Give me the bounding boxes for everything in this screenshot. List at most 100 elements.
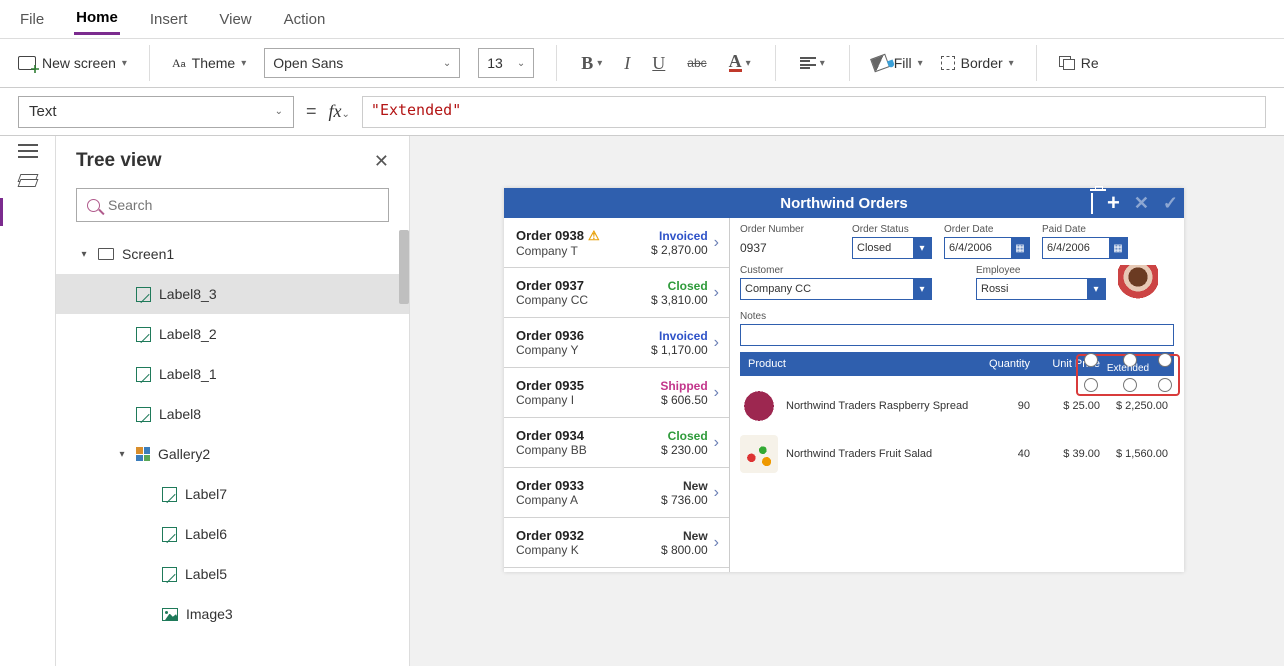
ribbon: New screen ▾ Aa Theme ▾ Open Sans ⌄ 13 ⌄… (0, 38, 1284, 88)
tree-search[interactable] (76, 188, 389, 222)
col-quantity: Quantity (970, 358, 1030, 370)
fill-icon (870, 54, 890, 73)
font-select[interactable]: Open Sans ⌄ (264, 48, 460, 78)
order-row[interactable]: Order 0935Company IShipped$ 606.50› (504, 368, 729, 418)
order-row[interactable]: Order 0933Company ANew$ 736.00› (504, 468, 729, 518)
fill-label: Fill (894, 55, 912, 71)
employee-select[interactable]: Rossi▾ (976, 278, 1106, 300)
order-date-input[interactable]: 6/4/2006▦ (944, 237, 1030, 259)
app-preview: Northwind Orders + ✕ ✓ Order 0938 ⚠Compa… (504, 188, 1184, 572)
order-row[interactable]: Order 0932Company KNew$ 800.00› (504, 518, 729, 568)
delete-button[interactable] (1091, 193, 1093, 214)
tree-node-label: Label8_3 (159, 286, 217, 302)
reorder-icon (1059, 56, 1075, 70)
expand-toggle[interactable]: ▾ (78, 249, 90, 260)
chevron-right-icon: › (714, 284, 719, 302)
tree-node-label: Screen1 (122, 246, 174, 262)
menu-item-action[interactable]: Action (282, 5, 328, 34)
product-thumbnail (740, 387, 778, 425)
fx-button[interactable]: fx⌄ (329, 101, 350, 122)
menu-item-home[interactable]: Home (74, 3, 120, 35)
cancel-button[interactable]: ✕ (1134, 193, 1149, 214)
underline-button[interactable]: U (650, 51, 667, 76)
strikethrough-button[interactable]: abc (685, 54, 708, 72)
paid-date-label: Paid Date (1042, 224, 1128, 235)
property-select[interactable]: Text ⌄ (18, 96, 294, 128)
order-status-select[interactable]: Closed▾ (852, 237, 932, 259)
search-input[interactable] (108, 197, 378, 213)
tree-node-label: Label8 (159, 406, 201, 422)
menu-item-view[interactable]: View (217, 5, 253, 34)
tree-node[interactable]: Label8_3 (56, 274, 409, 314)
bold-button[interactable]: B▾ (579, 51, 604, 76)
confirm-button[interactable]: ✓ (1163, 193, 1178, 214)
close-button[interactable]: ✕ (374, 151, 389, 172)
col-unit-price: Unit Price (1030, 358, 1100, 370)
menu-item-file[interactable]: File (18, 5, 46, 34)
border-icon (941, 56, 955, 70)
label-icon (162, 567, 177, 582)
paid-date-input[interactable]: 6/4/2006▦ (1042, 237, 1128, 259)
product-row[interactable]: Northwind Traders Raspberry Spread90$ 25… (740, 382, 1174, 430)
resize-handle[interactable] (1123, 353, 1137, 367)
tree-node[interactable]: Image3 (56, 594, 409, 634)
scrollbar-thumb[interactable] (399, 230, 409, 304)
tree-node[interactable]: Label8 (56, 394, 409, 434)
hamburger-icon (18, 150, 38, 152)
label-icon (162, 527, 177, 542)
reorder-label: Re (1081, 55, 1099, 71)
calendar-icon: ▦ (1109, 238, 1127, 258)
tree-node[interactable]: ▾ Screen1 (56, 234, 409, 274)
align-button[interactable]: ▾ (798, 55, 827, 71)
tree-list: ▾ Screen1 Label8_3 Label8_2 Label8_1 Label8 ▾G… (56, 230, 409, 666)
order-number-value: 0937 (740, 237, 840, 259)
tree-node[interactable]: Label8_2 (56, 314, 409, 354)
chevron-right-icon: › (714, 534, 719, 552)
formula-input[interactable]: Extended (362, 96, 1266, 128)
order-row[interactable]: Order 0936Company YInvoiced$ 1,170.00› (504, 318, 729, 368)
tree-node[interactable]: Label7 (56, 474, 409, 514)
tree-view-tab[interactable] (19, 174, 37, 188)
italic-button[interactable]: I (622, 51, 632, 76)
property-name: Text (29, 103, 57, 120)
align-icon (800, 57, 816, 69)
product-name: Northwind Traders Fruit Salad (786, 448, 970, 460)
label-icon (136, 407, 151, 422)
customer-select[interactable]: Company CC▾ (740, 278, 932, 300)
chevron-down-icon: ▾ (122, 58, 127, 69)
menu-item-insert[interactable]: Insert (148, 5, 190, 34)
font-color-button[interactable]: A▾ (727, 52, 753, 74)
app-title: Northwind Orders (780, 195, 908, 212)
tree-node-label: Label5 (185, 566, 227, 582)
new-screen-button[interactable]: New screen ▾ (18, 55, 127, 71)
border-button[interactable]: Border ▾ (941, 55, 1014, 71)
notes-input[interactable] (740, 324, 1174, 346)
theme-button[interactable]: Aa Theme ▾ (172, 55, 246, 71)
product-row[interactable]: Northwind Traders Fruit Salad40$ 39.00$ … (740, 430, 1174, 478)
tree-node[interactable]: Label8_1 (56, 354, 409, 394)
expand-toggle[interactable]: ▾ (116, 449, 128, 460)
add-button[interactable]: + (1107, 196, 1120, 210)
order-row[interactable]: Order 0937Company CCClosed$ 3,810.00› (504, 268, 729, 318)
chevron-down-icon: ⌄ (275, 106, 283, 117)
border-label: Border (961, 55, 1003, 71)
product-extended: $ 2,250.00 (1100, 400, 1174, 412)
tree-node[interactable]: Label5 (56, 554, 409, 594)
canvas[interactable]: Northwind Orders + ✕ ✓ Order 0938 ⚠Compa… (410, 136, 1284, 666)
tree-node[interactable]: ▾Gallery2 (56, 434, 409, 474)
hamburger-button[interactable] (18, 150, 38, 152)
tree-node[interactable]: Label6 (56, 514, 409, 554)
order-list[interactable]: Order 0938 ⚠Company TInvoiced$ 2,870.00›… (504, 218, 730, 572)
chevron-right-icon: › (714, 334, 719, 352)
product-qty: 40 (970, 448, 1030, 460)
order-row[interactable]: Order 0934Company BBClosed$ 230.00› (504, 418, 729, 468)
font-size-select[interactable]: 13 ⌄ (478, 48, 534, 78)
reorder-button[interactable]: Re (1059, 55, 1099, 71)
resize-handle[interactable] (1158, 353, 1172, 367)
tree-node-label: Label8_2 (159, 326, 217, 342)
order-row[interactable]: Order 0938 ⚠Company TInvoiced$ 2,870.00› (504, 218, 729, 268)
product-unit-price: $ 39.00 (1030, 448, 1100, 460)
fill-button[interactable]: Fill ▾ (872, 55, 923, 71)
tree-node-label: Label8_1 (159, 366, 217, 382)
order-date-label: Order Date (944, 224, 1030, 235)
